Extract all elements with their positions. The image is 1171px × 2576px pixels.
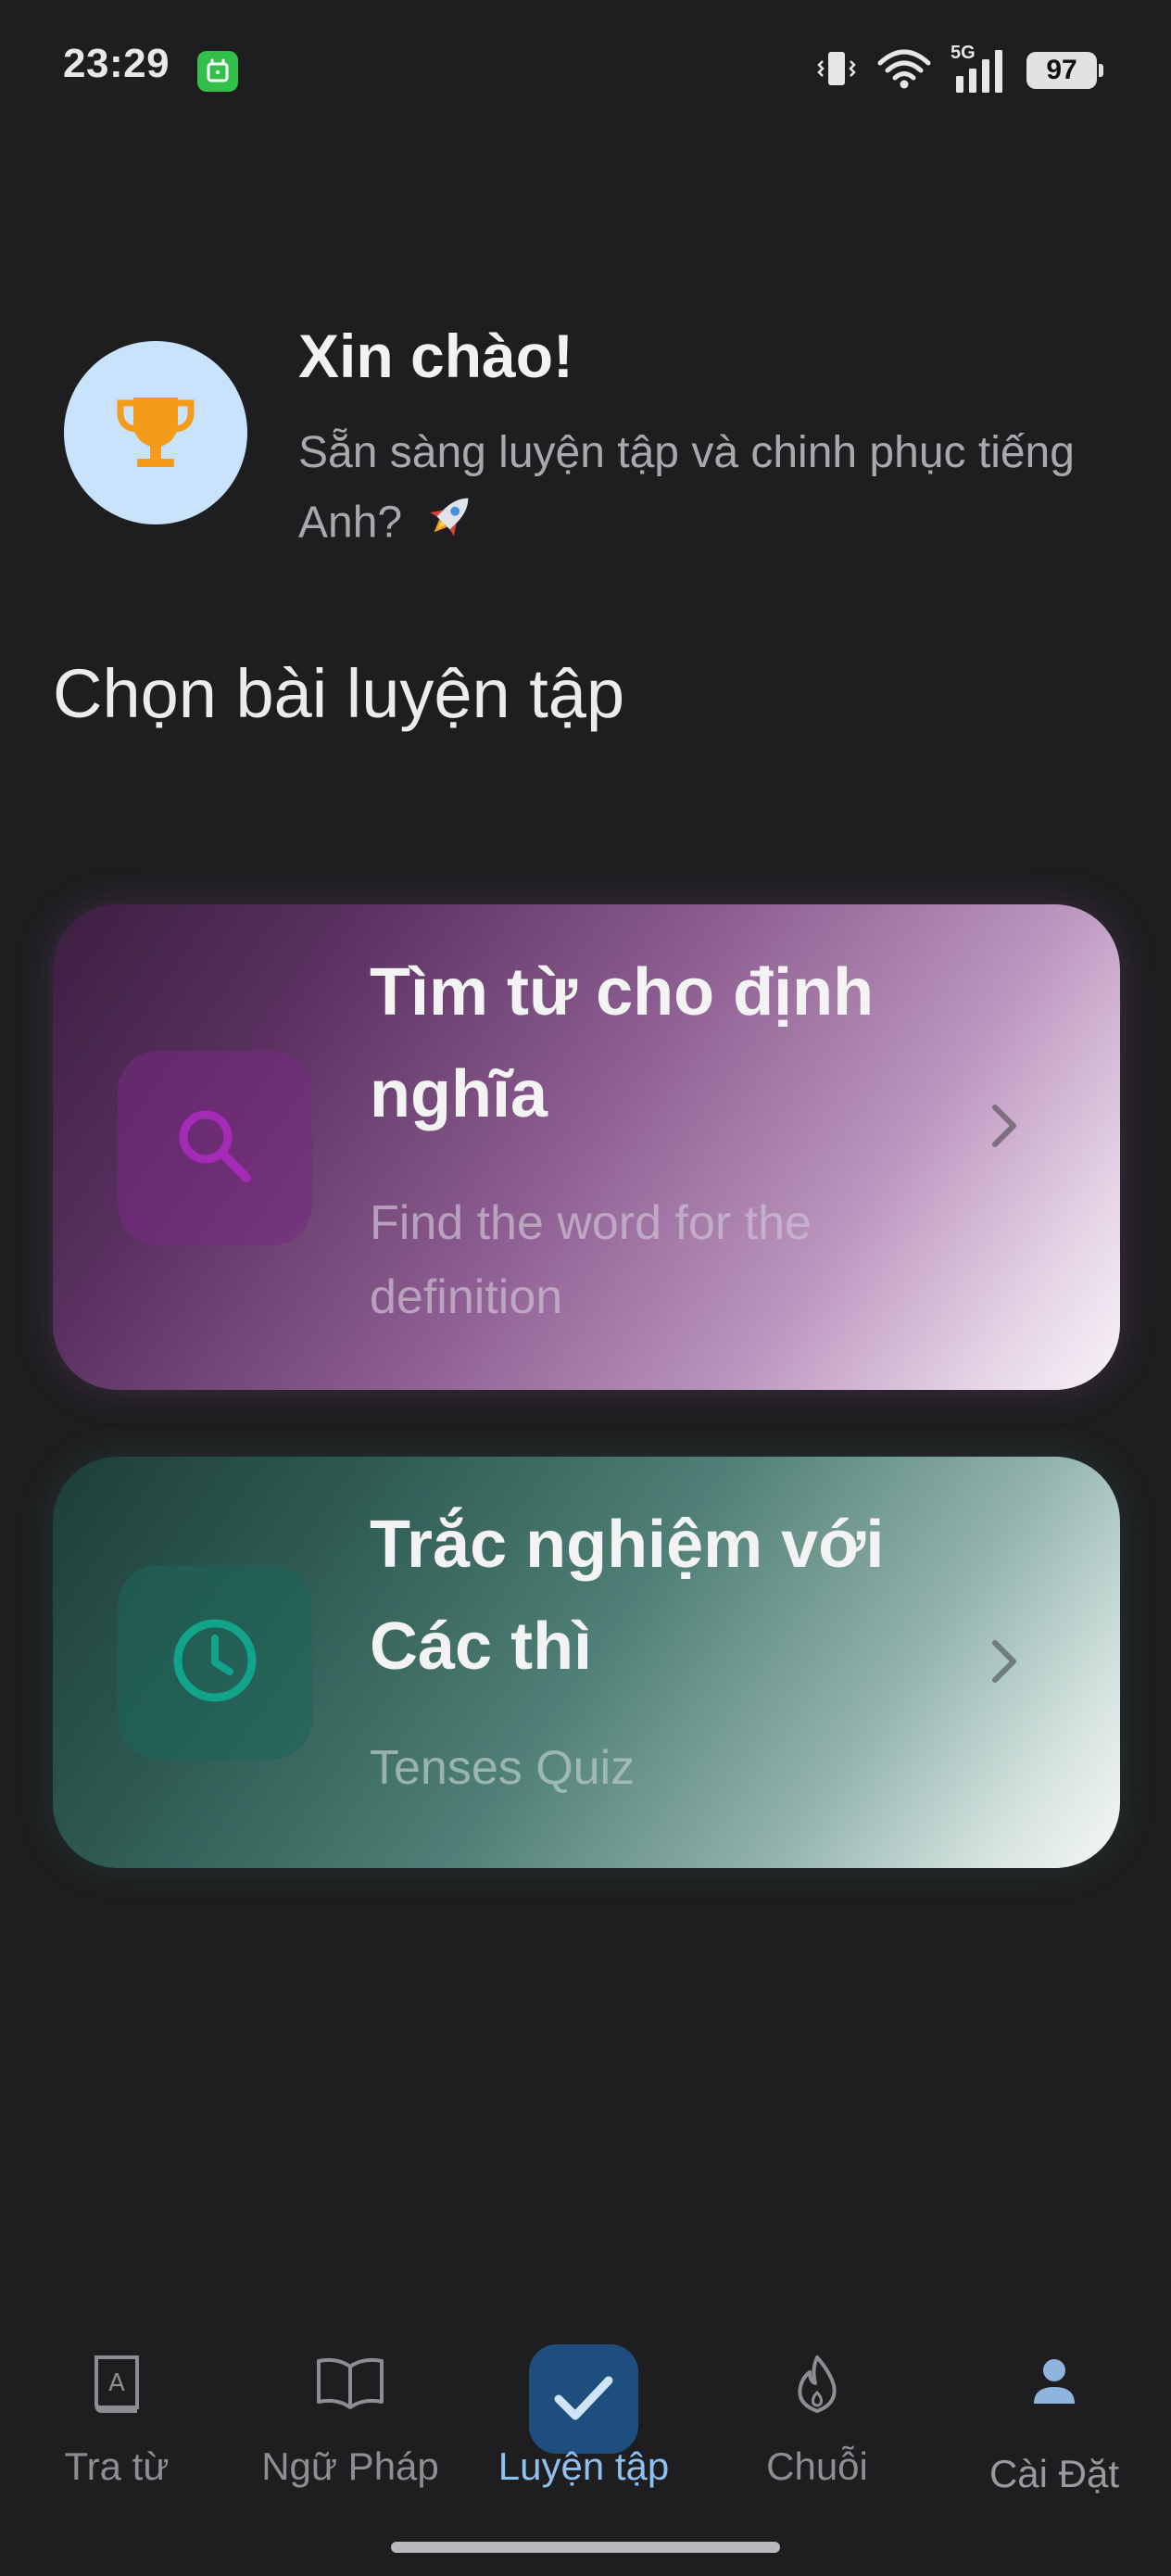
- vibrate-icon: [815, 46, 858, 95]
- check-icon: [551, 2369, 616, 2430]
- avatar: [64, 341, 247, 524]
- nav-label: Cài Đặt: [988, 2452, 1120, 2495]
- card-title: Trắc nghiệm với Các thì: [370, 1508, 885, 1684]
- status-time: 23:29: [63, 41, 170, 86]
- home-indicator[interactable]: [391, 2542, 780, 2553]
- rocket-icon: [423, 487, 479, 563]
- nav-item-practice[interactable]: Luyện tập: [467, 2317, 700, 2520]
- dictionary-icon: A: [87, 2350, 146, 2418]
- chevron-right-icon: [981, 1093, 1027, 1158]
- chevron-right-icon: [981, 1629, 1027, 1694]
- nav-item-streak[interactable]: Chuỗi: [700, 2317, 934, 2520]
- practice-card-tenses[interactable]: Trắc nghiệm với Các thì Tenses Quiz: [53, 1457, 1120, 1868]
- greeting-subtitle-text: Sẵn sàng luyện tập và chinh phục tiếng A…: [298, 428, 1075, 548]
- nav-label: Ngữ Pháp: [261, 2444, 439, 2488]
- battery-level: 97: [1046, 55, 1077, 85]
- app-notification-icon: [197, 51, 238, 92]
- practice-card-definition[interactable]: Tìm từ cho định nghĩa Find the word for …: [53, 904, 1120, 1390]
- svg-text:A: A: [108, 2369, 125, 2397]
- nav-label: Luyện tập: [497, 2444, 670, 2488]
- nav-item-dictionary[interactable]: A Tra từ: [0, 2317, 233, 2520]
- card-title: Tìm từ cho định nghĩa: [370, 955, 875, 1131]
- clock-icon: [169, 1614, 261, 1711]
- search-icon: [170, 1102, 259, 1195]
- greeting-subtitle: Sẵn sàng luyện tập và chinh phục tiếng A…: [298, 419, 1095, 563]
- greeting-title: Xin chào!: [298, 322, 574, 390]
- nav-item-settings[interactable]: Cài Đặt: [938, 2317, 1171, 2520]
- status-icons: 5G 97: [815, 43, 1103, 96]
- card-icon-container: [118, 1565, 312, 1760]
- nav-item-grammar[interactable]: Ngữ Pháp: [233, 2317, 467, 2520]
- person-icon: [1026, 2350, 1082, 2415]
- flame-icon: [789, 2350, 845, 2418]
- battery-icon: 97: [1026, 52, 1103, 89]
- section-title: Chọn bài luyện tập: [53, 655, 625, 732]
- nav-label: Tra từ: [64, 2444, 170, 2488]
- card-subtitle: Find the word for the definition: [370, 1196, 812, 1324]
- status-bar: 23:29 5G 97: [0, 0, 1171, 139]
- signal-icon: 5G: [951, 43, 1008, 95]
- book-icon: [313, 2350, 387, 2415]
- card-subtitle: Tenses Quiz: [370, 1741, 636, 1795]
- trophy-icon: [109, 385, 202, 482]
- nav-label: Chuỗi: [766, 2444, 868, 2488]
- card-icon-container: [118, 1051, 312, 1245]
- wifi-icon: [876, 46, 932, 95]
- active-indicator: [529, 2344, 638, 2454]
- bottom-navigation: A Tra từ Ngữ Pháp Luyện tập Chuỗi Cài Đặ…: [0, 2317, 1171, 2576]
